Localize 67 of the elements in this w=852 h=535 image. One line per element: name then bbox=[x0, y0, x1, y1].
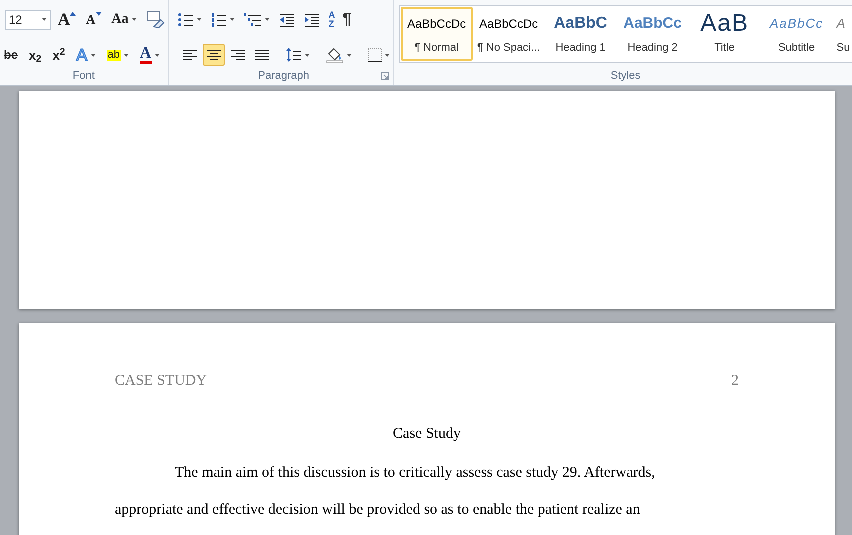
style-item[interactable]: AaB Title bbox=[688, 7, 761, 61]
numbered-list-icon bbox=[210, 12, 227, 27]
document-title: Case Study bbox=[393, 424, 461, 444]
page-number: 2 bbox=[732, 372, 739, 391]
style-name: Title bbox=[714, 40, 735, 56]
decrease-indent-icon bbox=[278, 12, 295, 27]
style-item[interactable]: AaBbCcDc ¶ Normal bbox=[400, 7, 473, 61]
font-color-button[interactable]: A bbox=[136, 44, 163, 66]
align-left-icon bbox=[182, 49, 197, 62]
highlight-button[interactable]: ab bbox=[104, 44, 132, 66]
show-formatting-button[interactable]: ¶ bbox=[340, 8, 355, 31]
caret-icon bbox=[90, 54, 96, 57]
paint-bucket-icon bbox=[326, 47, 344, 64]
style-preview: AaB bbox=[700, 12, 749, 36]
caret-icon bbox=[196, 18, 202, 22]
change-case-button[interactable]: Aa bbox=[108, 8, 140, 31]
caret-icon bbox=[124, 54, 129, 57]
group-label: Font bbox=[72, 68, 95, 84]
style-preview: AaBbCc bbox=[770, 15, 824, 33]
align-center-icon bbox=[206, 49, 221, 62]
style-item[interactable]: AaBbCcDc ¶ No Spaci... bbox=[472, 7, 545, 61]
style-preview: AaBbCcDc bbox=[479, 16, 538, 33]
sort-button[interactable]: AZ bbox=[326, 8, 337, 31]
down-caret-icon bbox=[96, 12, 102, 16]
line-spacing-icon bbox=[286, 47, 302, 64]
style-item[interactable]: AaBbCc Subtitle bbox=[760, 7, 833, 61]
style-item[interactable]: AaBbCc Heading 2 bbox=[616, 7, 689, 61]
grow-font-button[interactable]: A bbox=[55, 8, 80, 31]
style-name: Heading 2 bbox=[628, 40, 678, 56]
group-label: Styles bbox=[610, 68, 641, 84]
multilevel-list-icon bbox=[244, 12, 262, 27]
style-name: ¶ Normal bbox=[414, 40, 459, 56]
shrink-font-button[interactable]: A bbox=[83, 8, 105, 31]
style-preview: A bbox=[836, 15, 846, 33]
align-right-icon bbox=[230, 49, 245, 62]
style-item[interactable]: AaBbC Heading 1 bbox=[544, 7, 617, 61]
style-preview: AaBbCc bbox=[624, 14, 682, 34]
running-header: CASE STUDY bbox=[115, 372, 208, 391]
caret-icon bbox=[264, 18, 270, 22]
style-name: ¶ No Spaci... bbox=[477, 40, 540, 56]
increase-indent-icon bbox=[304, 12, 320, 27]
strikethrough-button[interactable]: be bbox=[1, 44, 22, 66]
justify-icon bbox=[254, 49, 269, 62]
caret-icon bbox=[304, 54, 310, 57]
caret-icon bbox=[154, 54, 160, 57]
style-item[interactable]: A Su bbox=[832, 7, 852, 61]
up-caret-icon bbox=[70, 12, 76, 16]
caret-icon bbox=[384, 54, 390, 57]
body-paragraph: The main aim of this discussion is to critically assess case study 29. Afterwards, appropriate and effective decision will be provided so as to enable the patient realize an bbox=[115, 464, 656, 520]
superscript-button[interactable]: x$^{2}$ bbox=[50, 44, 68, 66]
subscript-button[interactable]: x$_{2}$ bbox=[26, 44, 45, 66]
style-name: Subtitle bbox=[778, 40, 816, 56]
style-name: Su bbox=[836, 40, 850, 56]
caret-icon bbox=[42, 18, 47, 22]
group-label: Paragraph bbox=[258, 68, 310, 84]
clear-formatting-icon bbox=[146, 10, 165, 29]
bulleted-list-icon bbox=[178, 12, 194, 27]
caret-icon bbox=[132, 18, 137, 22]
style-preview: AaBbCcDc bbox=[407, 16, 466, 33]
style-name: Heading 1 bbox=[556, 40, 606, 56]
caret-icon bbox=[230, 18, 235, 22]
caret-icon bbox=[346, 54, 352, 57]
align-center-button[interactable] bbox=[202, 44, 225, 66]
style-preview: AaBbC bbox=[554, 14, 608, 34]
borders-icon bbox=[368, 48, 382, 62]
font-size-field[interactable]: 12 bbox=[5, 10, 51, 30]
dialog-launcher-icon[interactable] bbox=[380, 72, 389, 80]
